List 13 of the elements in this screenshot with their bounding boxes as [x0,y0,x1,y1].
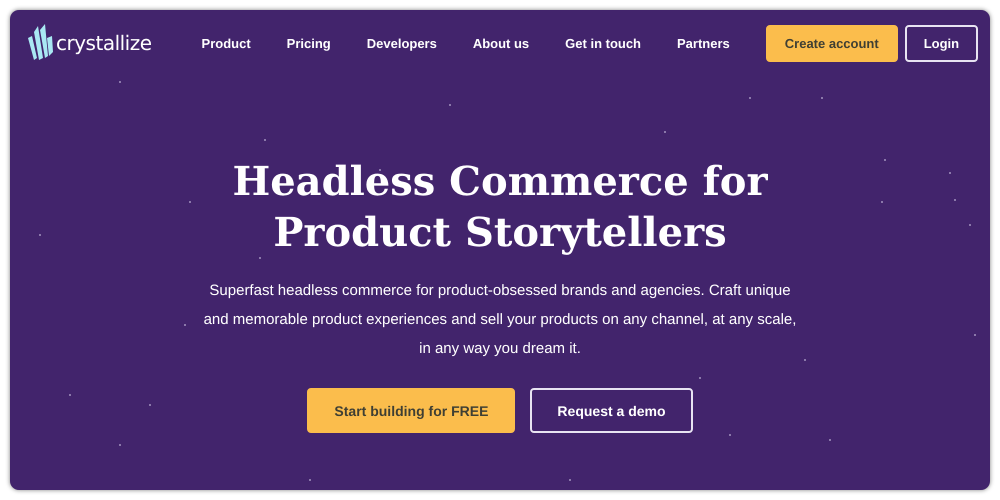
nav-link[interactable]: About us [472,36,530,50]
cta-button[interactable]: Start building for FREE [307,388,516,433]
nav-link[interactable]: Developers [366,36,437,50]
hero-title: Headless Commerce for Product Storytellers [232,157,768,258]
nav-link[interactable]: Product [202,36,251,50]
nav-button[interactable]: Create account [766,24,898,62]
brand-name: crystallize [56,31,152,55]
nav-link[interactable]: Partners [677,36,730,50]
nav-button[interactable]: Login [904,24,978,62]
nav-link[interactable]: Get in touch [565,36,642,50]
cta-button[interactable]: Request a demo [530,388,693,433]
nav-link[interactable]: Pricing [286,36,331,50]
hero-description: Superfast headless commerce for product-obsessed brands and agencies. Craft unique and memorable product experiences and sell your products on any channel, at any scale, in any way you dream it. [202,281,798,359]
